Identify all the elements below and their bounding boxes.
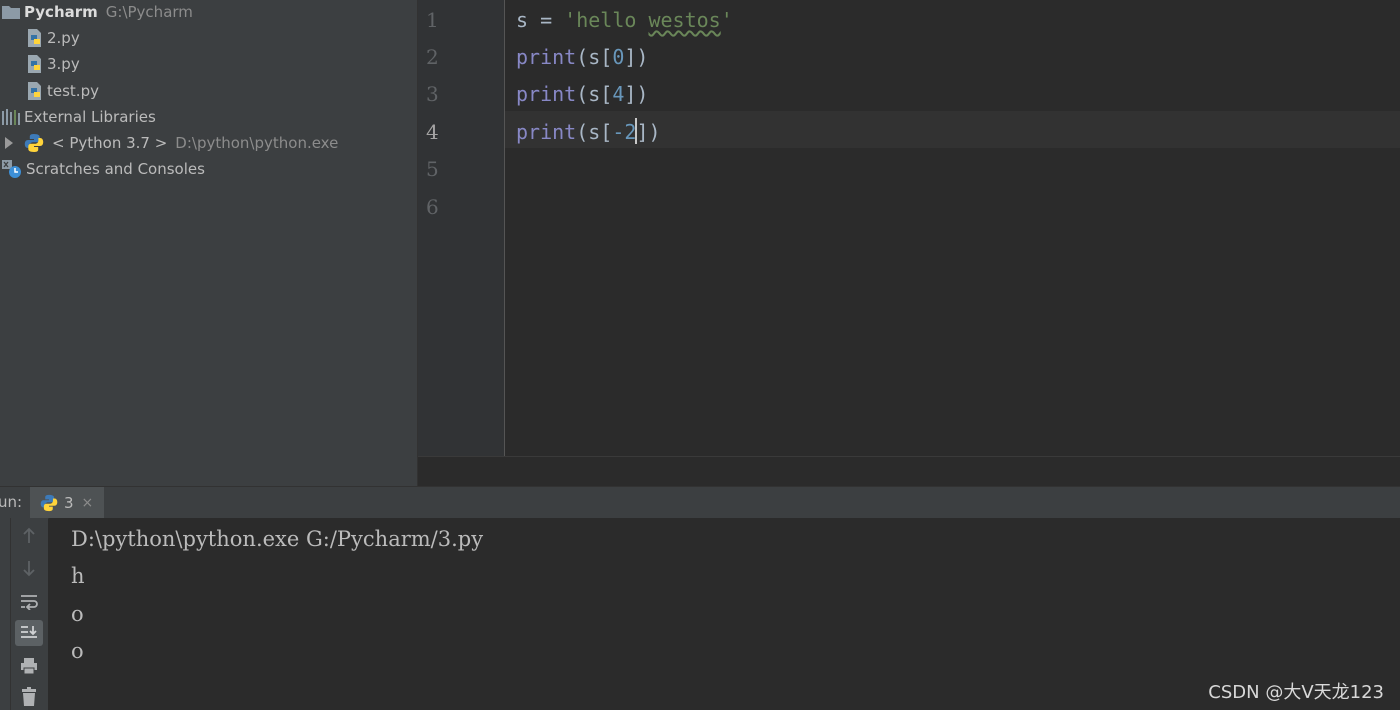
number-literal: 4: [612, 82, 625, 106]
line-number: 5: [426, 157, 439, 181]
code-editor[interactable]: 1 2 3 4 5 6 s = 'hello westos' print(s[0…: [418, 0, 1400, 456]
tree-item-python-sdk[interactable]: < Python 3.7 > D:\python\python.exe: [2, 130, 338, 156]
up-arrow-button[interactable]: [15, 523, 43, 549]
string-part: 'hello: [564, 8, 649, 32]
run-tab-label: 3: [64, 493, 74, 512]
print-button[interactable]: [15, 653, 43, 679]
clear-all-button[interactable]: [15, 684, 43, 710]
tree-item-project-root[interactable]: Pycharm G:\Pycharm: [2, 0, 193, 25]
line-number-gutter: 1 2 3 4 5 6: [418, 0, 505, 456]
builtin-print: print: [516, 82, 577, 106]
soft-wrap-button[interactable]: [15, 589, 43, 615]
down-arrow-button[interactable]: [15, 555, 43, 581]
chevron-right-icon[interactable]: [2, 136, 16, 150]
console-line: h: [71, 564, 85, 588]
python-icon: [40, 494, 58, 511]
code-line-3[interactable]: print(s[4]): [516, 76, 648, 113]
string-part: ': [720, 8, 733, 32]
scratches-label: Scratches and Consoles: [26, 160, 205, 178]
line-number: 1: [426, 8, 439, 32]
python-file-icon: [28, 55, 41, 73]
file-label: 2.py: [47, 29, 80, 47]
code-line-1[interactable]: s = 'hello westos': [516, 2, 733, 39]
string-typo-word: westos: [648, 8, 721, 32]
string-literal: 'hello westos': [564, 8, 733, 32]
code-text: (s[: [576, 82, 613, 106]
run-tool-header: un: 3 ×: [0, 486, 1400, 519]
tree-item-file[interactable]: 2.py: [26, 25, 80, 51]
code-line-2[interactable]: print(s[0]): [516, 39, 648, 76]
trash-icon: [22, 687, 36, 706]
line-number: 6: [426, 195, 439, 219]
project-panel: Pycharm G:\Pycharm 2.py 3.py test.py Ext…: [0, 0, 418, 486]
console-line: o: [71, 639, 84, 663]
scroll-to-end-button[interactable]: [15, 620, 43, 646]
run-title: un:: [0, 493, 23, 511]
run-console-output[interactable]: D:\python\python.exe G:/Pycharm/3.py h o…: [49, 518, 1400, 710]
arrow-up-icon: [23, 527, 35, 543]
python-sdk-label: < Python 3.7 >: [52, 134, 168, 152]
file-label: 3.py: [47, 55, 80, 73]
code-text: ]): [636, 120, 661, 144]
scratches-icon: [2, 160, 21, 178]
tree-item-external-libraries[interactable]: External Libraries: [2, 104, 156, 130]
line-number-current: 4: [426, 120, 439, 144]
console-line: o: [71, 602, 84, 626]
python-sdk-path: D:\python\python.exe: [175, 134, 339, 152]
code-text: ]): [624, 82, 649, 106]
project-root-path: G:\Pycharm: [105, 3, 193, 21]
tree-item-scratches[interactable]: Scratches and Consoles: [2, 156, 205, 182]
python-file-icon: [28, 82, 41, 100]
number-literal: -2: [612, 120, 637, 144]
tree-item-file[interactable]: test.py: [26, 78, 99, 104]
close-icon[interactable]: ×: [82, 495, 94, 511]
code-text: (s[: [576, 45, 613, 69]
soft-wrap-icon: [21, 595, 38, 610]
project-root-label: Pycharm: [24, 3, 98, 21]
code-text: s =: [516, 8, 565, 32]
arrow-down-icon: [23, 561, 35, 577]
tree-item-file[interactable]: 3.py: [26, 51, 80, 77]
scroll-to-end-icon: [21, 626, 37, 638]
printer-icon: [21, 658, 37, 675]
code-line-4[interactable]: print(s[-2]): [516, 114, 661, 151]
libraries-icon: [2, 109, 20, 125]
number-literal: 0: [612, 45, 625, 69]
left-tool-strip: [0, 518, 11, 710]
line-number: 3: [426, 82, 439, 106]
file-label: test.py: [47, 82, 99, 100]
console-line: D:\python\python.exe G:/Pycharm/3.py: [71, 527, 484, 551]
builtin-print: print: [516, 45, 577, 69]
editor-bottom-area: [418, 456, 1400, 487]
code-text: ]): [624, 45, 649, 69]
watermark: CSDN @大V天龙123: [1208, 682, 1384, 703]
builtin-print: print: [516, 120, 577, 144]
code-text: (s[: [576, 120, 613, 144]
line-number: 2: [426, 45, 439, 69]
python-icon: [24, 134, 44, 152]
external-libraries-label: External Libraries: [24, 108, 156, 126]
python-file-icon: [28, 29, 41, 47]
run-tab[interactable]: 3 ×: [30, 487, 104, 518]
folder-icon: [2, 6, 20, 19]
